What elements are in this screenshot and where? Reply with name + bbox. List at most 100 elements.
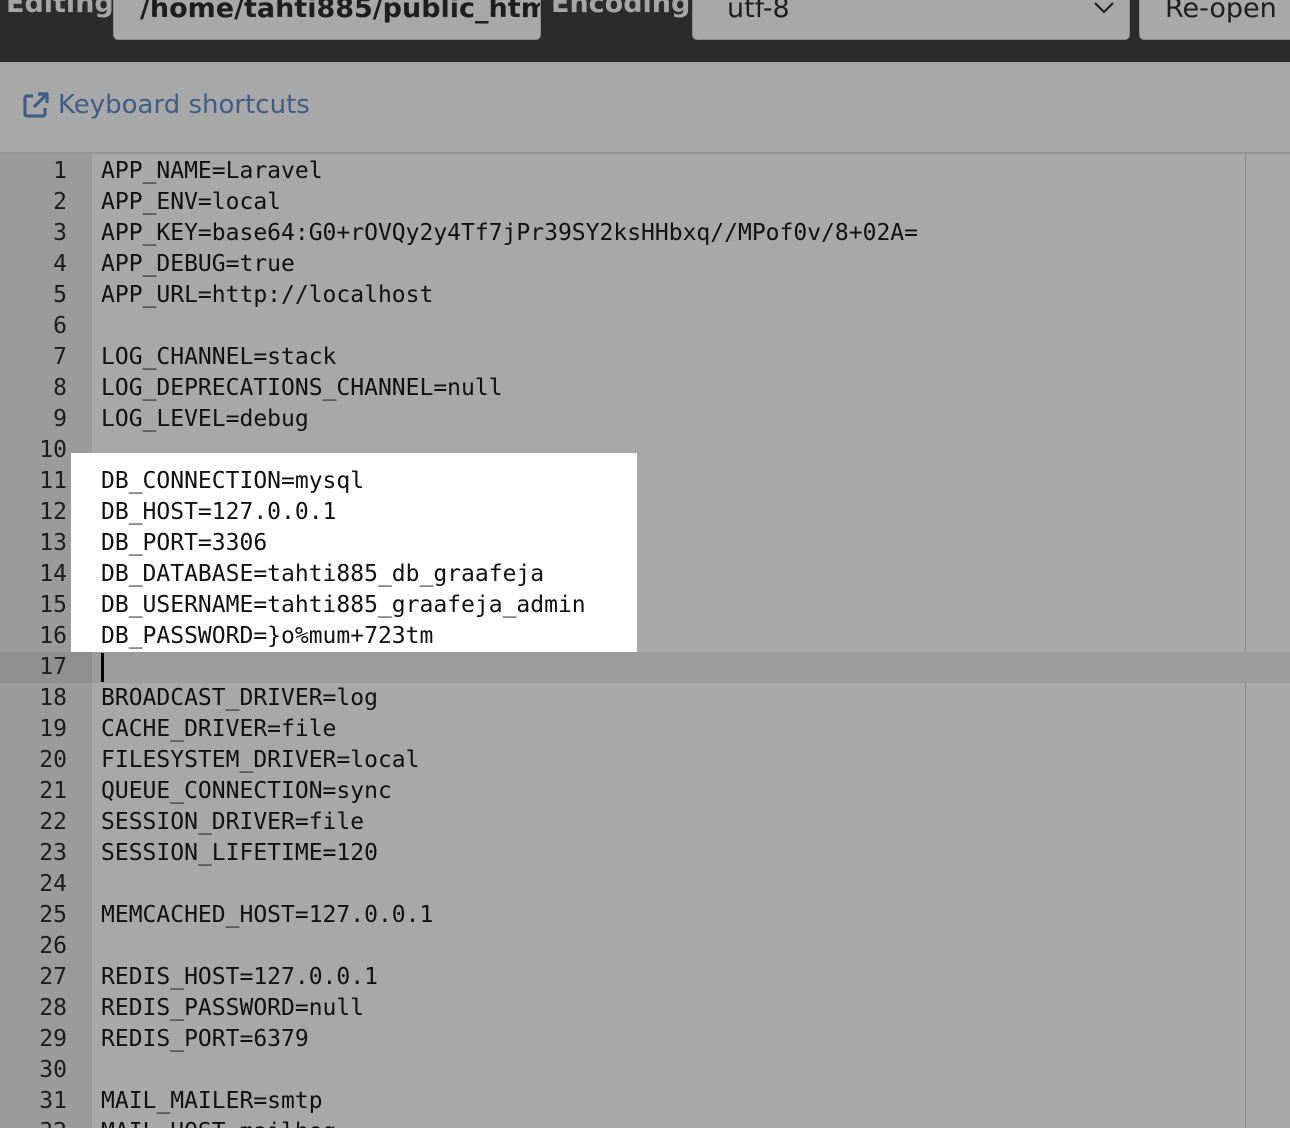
code-line[interactable]: 6 bbox=[0, 311, 1290, 342]
line-number: 26 bbox=[39, 933, 67, 959]
code-line[interactable]: 16 DB_PASSWORD=}o%mum+723tm bbox=[0, 621, 1290, 652]
line-text: MEMCACHED_HOST=127.0.0.1 bbox=[101, 902, 434, 928]
line-text: QUEUE_CONNECTION=sync bbox=[101, 778, 392, 804]
line-text: BROADCAST_DRIVER=log bbox=[101, 685, 378, 711]
code-line[interactable]: 19 CACHE_DRIVER=file bbox=[0, 714, 1290, 745]
line-text: CACHE_DRIVER=file bbox=[101, 716, 337, 742]
line-text: REDIS_HOST=127.0.0.1 bbox=[101, 964, 378, 990]
code-line[interactable]: 12 DB_HOST=127.0.0.1 bbox=[0, 497, 1290, 528]
line-number: 15 bbox=[39, 592, 67, 618]
line-number: 23 bbox=[39, 840, 67, 866]
keyboard-shortcuts-label: Keyboard shortcuts bbox=[58, 90, 310, 120]
line-text: APP_ENV=local bbox=[101, 189, 282, 215]
code-line[interactable]: 26 bbox=[0, 931, 1290, 962]
line-text: LOG_DEPRECATIONS_CHANNEL=null bbox=[101, 375, 503, 401]
editor-toolbar: Editing: /home/tahti885/public_html Enco… bbox=[0, 0, 1290, 62]
code-line[interactable]: 5 APP_URL=http://localhost bbox=[0, 280, 1290, 311]
code-line[interactable]: 8 LOG_DEPRECATIONS_CHANNEL=null bbox=[0, 373, 1290, 404]
code-line[interactable]: 15 DB_USERNAME=tahti885_graafeja_admin bbox=[0, 590, 1290, 621]
code-line[interactable]: 7 LOG_CHANNEL=stack bbox=[0, 342, 1290, 373]
code-line[interactable]: 25 MEMCACHED_HOST=127.0.0.1 bbox=[0, 900, 1290, 931]
line-number: 4 bbox=[53, 251, 67, 277]
line-number: 17 bbox=[39, 654, 67, 680]
line-number: 9 bbox=[53, 406, 67, 432]
code-line[interactable]: 17 bbox=[0, 652, 1290, 683]
line-text: DB_USERNAME=tahti885_graafeja_admin bbox=[101, 592, 586, 618]
code-line[interactable]: 14 DB_DATABASE=tahti885_db_graafeja bbox=[0, 559, 1290, 590]
line-text: MAIL_MAILER=smtp bbox=[101, 1088, 323, 1114]
line-text: APP_NAME=Laravel bbox=[101, 158, 323, 184]
code-line[interactable]: 13 DB_PORT=3306 bbox=[0, 528, 1290, 559]
line-text: REDIS_PORT=6379 bbox=[101, 1026, 309, 1052]
code-line[interactable]: 3 APP_KEY=base64:G0+rOVQy2y4Tf7jPr39SY2ks… bbox=[0, 218, 1290, 249]
line-number: 21 bbox=[39, 778, 67, 804]
code-line[interactable]: 22 SESSION_DRIVER=file bbox=[0, 807, 1290, 838]
line-number: 6 bbox=[53, 313, 67, 339]
code-line[interactable]: 18 BROADCAST_DRIVER=log bbox=[0, 683, 1290, 714]
line-text: FILESYSTEM_DRIVER=local bbox=[101, 747, 420, 773]
file-path-value: /home/tahti885/public_html bbox=[140, 0, 541, 24]
line-number: 19 bbox=[39, 716, 67, 742]
code-line[interactable]: 32 MAIL_HOST=mailhog bbox=[0, 1117, 1290, 1128]
reopen-button[interactable]: Re-open bbox=[1139, 0, 1290, 40]
line-number: 8 bbox=[53, 375, 67, 401]
line-number: 29 bbox=[39, 1026, 67, 1052]
line-number: 28 bbox=[39, 995, 67, 1021]
editing-label: Editing: bbox=[6, 0, 125, 19]
encoding-value: utf-8 bbox=[727, 0, 790, 24]
code-line[interactable]: 11 DB_CONNECTION=mysql bbox=[0, 466, 1290, 497]
reopen-label: Re-open bbox=[1165, 0, 1277, 24]
line-text: APP_URL=http://localhost bbox=[101, 282, 434, 308]
line-number: 2 bbox=[53, 189, 67, 215]
file-path-field[interactable]: /home/tahti885/public_html bbox=[113, 0, 541, 40]
line-number: 11 bbox=[39, 468, 67, 494]
line-number: 3 bbox=[53, 220, 67, 246]
line-number: 1 bbox=[53, 158, 67, 184]
line-number: 22 bbox=[39, 809, 67, 835]
line-number: 27 bbox=[39, 964, 67, 990]
line-text: SESSION_LIFETIME=120 bbox=[101, 840, 378, 866]
chevron-down-icon bbox=[1094, 2, 1114, 14]
code-line[interactable]: 2 APP_ENV=local bbox=[0, 187, 1290, 218]
keyboard-shortcuts-link[interactable]: Keyboard shortcuts bbox=[22, 90, 310, 120]
code-editor[interactable]: 1 APP_NAME=Laravel 2 APP_ENV=local 3 APP_KEY=… bbox=[0, 154, 1290, 1128]
code-line[interactable]: 9 LOG_LEVEL=debug bbox=[0, 404, 1290, 435]
line-text: DB_PASSWORD=}o%mum+723tm bbox=[101, 623, 434, 649]
external-link-icon bbox=[23, 92, 49, 118]
code-line[interactable]: 23 SESSION_LIFETIME=120 bbox=[0, 838, 1290, 869]
line-number: 16 bbox=[39, 623, 67, 649]
code-line[interactable]: 27 REDIS_HOST=127.0.0.1 bbox=[0, 962, 1290, 993]
line-text: DB_HOST=127.0.0.1 bbox=[101, 499, 337, 525]
line-number: 7 bbox=[53, 344, 67, 370]
line-text: REDIS_PASSWORD=null bbox=[101, 995, 365, 1021]
line-number: 10 bbox=[39, 437, 67, 463]
line-number: 24 bbox=[39, 871, 67, 897]
line-text: DB_CONNECTION=mysql bbox=[101, 468, 365, 494]
encoding-label: Encoding: bbox=[551, 0, 702, 19]
code-line[interactable]: 28 REDIS_PASSWORD=null bbox=[0, 993, 1290, 1024]
code-line[interactable]: 20 FILESYSTEM_DRIVER=local bbox=[0, 745, 1290, 776]
code-line[interactable]: 10 bbox=[0, 435, 1290, 466]
line-text: DB_PORT=3306 bbox=[101, 530, 268, 556]
encoding-select[interactable]: utf-8 bbox=[692, 0, 1130, 40]
line-text: APP_KEY=base64:G0+rOVQy2y4Tf7jPr39SY2ksH… bbox=[101, 220, 918, 246]
code-line[interactable]: 24 bbox=[0, 869, 1290, 900]
code-line[interactable]: 4 APP_DEBUG=true bbox=[0, 249, 1290, 280]
line-number: 18 bbox=[39, 685, 67, 711]
line-number: 30 bbox=[39, 1057, 67, 1083]
line-number: 32 bbox=[0, 1117, 67, 1128]
line-number: 20 bbox=[39, 747, 67, 773]
code-line[interactable]: 31 MAIL_MAILER=smtp bbox=[0, 1086, 1290, 1117]
code-line[interactable]: 30 bbox=[0, 1055, 1290, 1086]
code-line[interactable]: 21 QUEUE_CONNECTION=sync bbox=[0, 776, 1290, 807]
line-text: LOG_LEVEL=debug bbox=[101, 406, 309, 432]
line-number: 13 bbox=[39, 530, 67, 556]
line-text: SESSION_DRIVER=file bbox=[101, 809, 365, 835]
line-text: APP_DEBUG=true bbox=[101, 251, 295, 277]
code-line[interactable]: 29 REDIS_PORT=6379 bbox=[0, 1024, 1290, 1055]
line-text: MAIL_HOST=mailhog bbox=[101, 1117, 336, 1128]
line-number: 31 bbox=[39, 1088, 67, 1114]
line-number: 12 bbox=[39, 499, 67, 525]
line-text: DB_DATABASE=tahti885_db_graafeja bbox=[101, 561, 545, 587]
code-line[interactable]: 1 APP_NAME=Laravel bbox=[0, 156, 1290, 187]
